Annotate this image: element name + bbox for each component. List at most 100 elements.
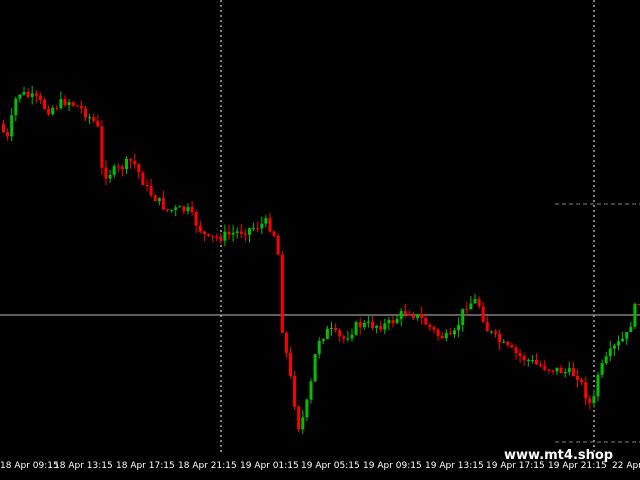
candle-body — [79, 106, 83, 109]
candle-body — [289, 352, 292, 376]
candle-body — [268, 218, 272, 232]
candle-body — [588, 398, 592, 404]
candle-body — [571, 368, 575, 377]
candle-body — [108, 174, 112, 179]
candle-body — [272, 231, 276, 236]
candle-body — [325, 328, 329, 340]
candle-body — [112, 166, 116, 175]
candle-body — [313, 354, 317, 382]
time-axis-label: 19 Apr 09:15 — [363, 461, 422, 471]
candle-body — [104, 167, 108, 179]
candle-body — [207, 234, 210, 236]
candle-body — [6, 132, 10, 137]
candle-body — [342, 336, 346, 339]
candlestick-chart-svg — [0, 0, 640, 452]
time-axis-label: 19 Apr 05:15 — [301, 461, 360, 471]
candle-body — [387, 320, 391, 324]
candle-body — [362, 322, 366, 328]
candle-body — [567, 368, 571, 372]
candle-body — [366, 321, 370, 323]
candle-body — [576, 376, 579, 380]
candle-body — [47, 108, 51, 115]
candle-body — [18, 94, 22, 99]
candle-body — [354, 322, 358, 335]
candle-body — [88, 117, 92, 119]
candle-body — [477, 299, 481, 307]
candle-body — [182, 206, 186, 212]
candle-body — [584, 382, 588, 399]
price-chart[interactable]: 18 Apr 09:15 18 Apr 13:15 18 Apr 17:15 1… — [0, 0, 640, 480]
candle-body — [219, 237, 223, 241]
candle-body — [608, 348, 612, 357]
candle-body — [231, 232, 235, 235]
candle-body — [559, 367, 563, 374]
candle-body — [305, 399, 309, 418]
candle-body — [22, 91, 26, 95]
candle-body — [297, 406, 301, 430]
candle-body — [264, 218, 268, 224]
candle-body — [612, 345, 616, 349]
candle-body — [473, 299, 477, 304]
candle-body — [309, 381, 313, 400]
candle-body — [629, 326, 633, 333]
candle-body — [530, 360, 534, 362]
candle-body — [260, 223, 264, 229]
candle-body — [391, 320, 395, 324]
candle-body — [555, 367, 559, 372]
candle-body — [243, 233, 247, 235]
candle-body — [518, 353, 522, 356]
candle-body — [403, 311, 407, 315]
candle-body — [346, 338, 350, 340]
candle-body — [432, 327, 436, 330]
candle-body — [416, 314, 420, 318]
candle-body — [334, 327, 338, 331]
candle-body — [621, 338, 625, 342]
candle-body — [407, 314, 411, 316]
candle-body — [166, 209, 169, 211]
candle-body — [276, 235, 280, 255]
candle-body — [55, 107, 59, 109]
candle-body — [120, 166, 124, 170]
candle-body — [51, 107, 55, 115]
time-axis-label: 22 Apr — [612, 461, 640, 471]
candle-body — [67, 102, 71, 106]
candle-body — [198, 225, 202, 232]
candle-body — [63, 99, 67, 106]
candle-body — [604, 356, 608, 364]
time-axis-label: 18 Apr 09:15 — [0, 461, 59, 471]
candles-group — [2, 85, 640, 434]
candle-body — [494, 331, 497, 334]
candle-body — [461, 308, 465, 326]
candle-body — [399, 311, 403, 319]
candle-body — [2, 124, 5, 133]
candle-body — [223, 231, 227, 241]
candle-body — [596, 374, 600, 397]
candle-body — [190, 206, 194, 213]
candle-body — [395, 318, 399, 324]
candle-body — [543, 365, 547, 370]
candle-body — [465, 308, 469, 310]
candle-body — [149, 185, 153, 196]
candle-body — [59, 99, 63, 109]
candle-body — [10, 115, 14, 137]
candle-body — [317, 340, 321, 355]
candle-body — [600, 363, 604, 375]
candle-body — [100, 126, 104, 168]
candle-body — [248, 228, 251, 235]
candle-body — [485, 321, 489, 332]
candle-body — [194, 212, 198, 226]
candle-body — [145, 184, 149, 186]
candle-body — [502, 341, 506, 343]
candle-body — [321, 339, 325, 341]
candle-body — [26, 91, 30, 97]
candle-body — [420, 314, 424, 319]
candle-body — [227, 231, 231, 235]
candle-body — [211, 235, 215, 237]
candle-body — [215, 236, 219, 238]
candle-body — [379, 325, 383, 330]
candle-body — [522, 355, 526, 361]
candle-body — [157, 197, 161, 202]
candle-body — [526, 360, 530, 362]
time-axis-label: 18 Apr 21:15 — [178, 461, 237, 471]
candle-body — [71, 102, 75, 106]
